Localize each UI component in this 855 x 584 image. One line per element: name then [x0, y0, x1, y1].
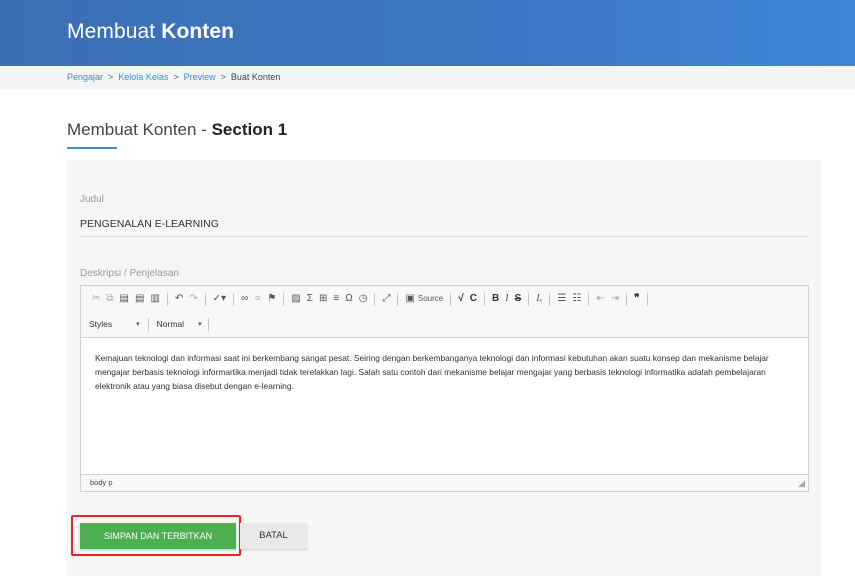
- anchor-icon[interactable]: ⚑: [267, 291, 276, 307]
- source-icon[interactable]: ▣: [405, 291, 414, 307]
- toolbar-separator: [374, 292, 376, 306]
- styles-dropdown-label: Styles: [89, 319, 113, 329]
- toolbar-separator: [207, 317, 209, 331]
- strike-icon[interactable]: S: [515, 291, 522, 307]
- source-button[interactable]: Source: [418, 291, 443, 307]
- copy-icon[interactable]: ⧉: [106, 291, 113, 307]
- toolbar-separator: [283, 292, 285, 306]
- save-publish-button[interactable]: SIMPAN DAN TERBITKAN: [80, 523, 236, 549]
- header-title-light: Membuat: [67, 20, 156, 43]
- page-title: Membuat Konten - Section 1: [67, 120, 287, 140]
- breadcrumb-separator: >: [108, 72, 114, 82]
- styles-dropdown[interactable]: Styles ▾: [89, 319, 140, 329]
- outdent-icon[interactable]: ⇤: [596, 291, 604, 307]
- toolbar-separator: [549, 292, 551, 306]
- numbered-list-icon[interactable]: ☰: [557, 291, 566, 307]
- page-title-section: Section 1: [211, 120, 288, 139]
- toolbar-separator: [233, 292, 235, 306]
- chevron-down-icon: ▾: [198, 321, 202, 328]
- bulleted-list-icon[interactable]: ☷: [572, 291, 581, 307]
- breadcrumb-preview[interactable]: Preview: [184, 72, 216, 82]
- page-title-prefix: Membuat Konten -: [67, 120, 207, 139]
- toolbar-separator: [147, 317, 149, 331]
- header-title-bold: Konten: [161, 20, 235, 43]
- editor-status-bar: body p ◢: [81, 474, 808, 491]
- paste-icon[interactable]: ▤: [120, 291, 129, 307]
- toolbar-separator: [646, 292, 648, 306]
- toolbar-separator: [450, 292, 452, 306]
- paste-text-icon[interactable]: ▤: [135, 291, 144, 307]
- cut-icon[interactable]: ✂: [92, 291, 100, 307]
- italic-icon[interactable]: I: [505, 291, 508, 307]
- toolbar-separator: [626, 292, 628, 306]
- page-header: Membuat Konten: [0, 0, 855, 66]
- math-icon[interactable]: Σ: [307, 291, 313, 307]
- title-underline: [67, 147, 117, 149]
- breadcrumb-separator: >: [173, 72, 179, 82]
- toolbar-separator: [204, 292, 206, 306]
- breadcrumb-current: Buat Konten: [230, 72, 281, 82]
- remove-format-icon[interactable]: Iₓ: [536, 291, 542, 307]
- bold-icon[interactable]: B: [492, 291, 499, 307]
- image-icon[interactable]: ▨: [291, 291, 300, 307]
- description-label: Deskripsi / Penjelasan: [80, 268, 179, 279]
- link-icon[interactable]: ∞: [241, 291, 248, 307]
- redo-icon[interactable]: ↷: [189, 291, 197, 307]
- toolbar-separator: [528, 292, 530, 306]
- toolbar-separator: [397, 292, 399, 306]
- breadcrumb: Pengajar > Kelola Kelas > Preview > Buat Konte…: [0, 66, 855, 89]
- undo-icon[interactable]: ↶: [175, 291, 183, 307]
- breadcrumb-kelola-kelas[interactable]: Kelola Kelas: [118, 72, 168, 82]
- paste-word-icon[interactable]: ▥: [150, 291, 159, 307]
- spellcheck-icon[interactable]: ✓▾: [213, 291, 226, 307]
- cancel-button[interactable]: BATAL: [240, 523, 307, 549]
- toolbar-separator: [483, 292, 485, 306]
- title-label: Judul: [80, 194, 104, 205]
- maximize-icon[interactable]: ⤢: [382, 291, 390, 307]
- formula-icon[interactable]: √: [458, 291, 464, 307]
- indent-icon[interactable]: ⇥: [611, 291, 619, 307]
- editor-toolbar: ✂ ⧉ ▤ ▤ ▥ ↶ ↷ ✓▾ ∞ ∝ ⚑ ▨ Σ ⊞ ≡ Ω ◷ ⤢ ▣ S…: [81, 286, 808, 338]
- special-char-icon[interactable]: Ω: [345, 291, 352, 307]
- embed-icon[interactable]: ◷: [359, 291, 368, 307]
- horizontal-rule-icon[interactable]: ≡: [333, 291, 339, 307]
- title-input[interactable]: PENGENALAN E-LEARNING: [80, 218, 219, 230]
- chevron-down-icon: ▾: [136, 321, 140, 328]
- table-icon[interactable]: ⊞: [319, 291, 327, 307]
- page-header-title: Membuat Konten: [67, 20, 234, 44]
- toolbar-separator: [166, 292, 168, 306]
- breadcrumb-pengajar[interactable]: Pengajar: [67, 72, 103, 82]
- rich-text-editor: ✂ ⧉ ▤ ▤ ▥ ↶ ↷ ✓▾ ∞ ∝ ⚑ ▨ Σ ⊞ ≡ Ω ◷ ⤢ ▣ S…: [80, 285, 809, 492]
- clear-icon[interactable]: C: [470, 291, 477, 307]
- format-dropdown[interactable]: Normal ▾: [157, 319, 202, 329]
- blockquote-icon[interactable]: ❞: [634, 291, 639, 307]
- element-path[interactable]: body p: [90, 478, 113, 487]
- toolbar-separator: [588, 292, 590, 306]
- title-input-underline: [80, 236, 808, 237]
- resize-handle-icon[interactable]: ◢: [798, 478, 805, 489]
- editor-content[interactable]: Kemajuan teknologi dan informasi saat in…: [81, 339, 808, 473]
- unlink-icon[interactable]: ∝: [254, 291, 261, 307]
- format-dropdown-label: Normal: [156, 319, 185, 329]
- breadcrumb-separator: >: [220, 72, 226, 82]
